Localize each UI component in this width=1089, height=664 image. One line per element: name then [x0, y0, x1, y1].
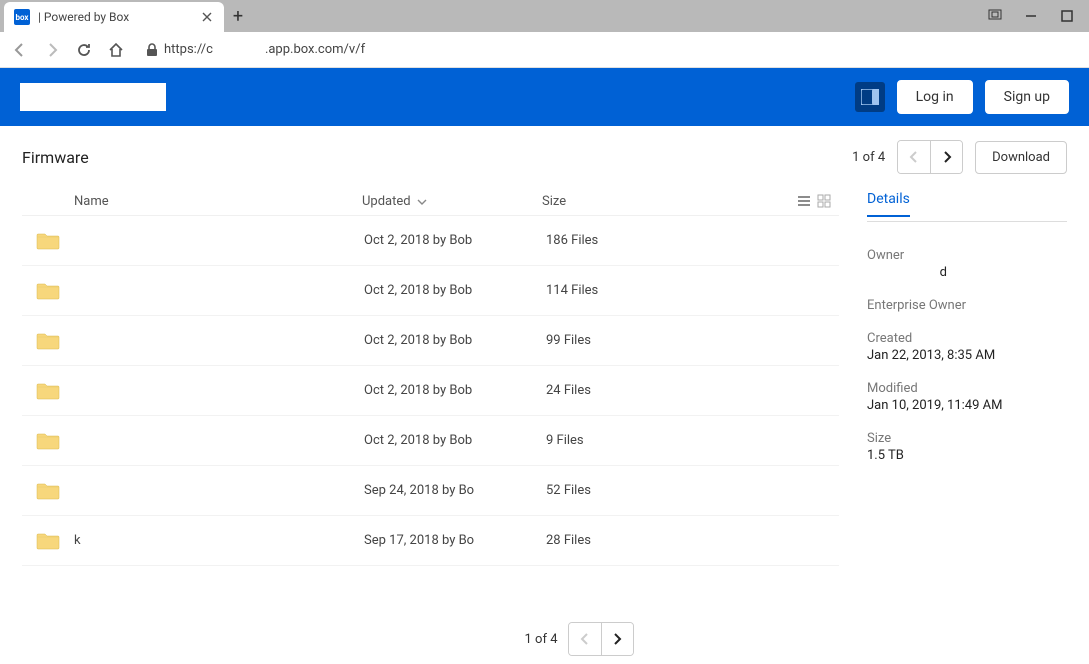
folder-icon	[36, 332, 60, 350]
footer-page-prev-button[interactable]	[569, 623, 601, 655]
address-bar: https://c .app.box.com/v/f	[0, 32, 1089, 68]
row-name: k	[74, 533, 364, 548]
pagination-text: 1 of 4	[852, 150, 885, 165]
browser-tab-strip: box | Powered by Box +	[0, 0, 1089, 32]
created-value: Jan 22, 2013, 8:35 AM	[867, 348, 1067, 363]
folder-icon	[36, 232, 60, 250]
login-button[interactable]: Log in	[897, 80, 973, 114]
details-tab[interactable]: Details	[867, 191, 910, 217]
row-updated: Oct 2, 2018 by Bob	[364, 333, 546, 348]
file-rows: Oct 2, 2018 by Bob186 FilesOct 2, 2018 b…	[22, 216, 839, 566]
folder-icon	[36, 282, 60, 300]
page-next-button[interactable]	[930, 141, 962, 173]
row-updated: Oct 2, 2018 by Bob	[364, 433, 546, 448]
url-field[interactable]: https://c .app.box.com/v/f	[136, 38, 1081, 61]
footer-pagination-text: 1 of 4	[525, 632, 558, 647]
row-updated: Oct 2, 2018 by Bob	[364, 283, 546, 298]
footer-page-next-button[interactable]	[601, 623, 633, 655]
download-button[interactable]: Download	[975, 141, 1067, 174]
row-size: 114 Files	[546, 283, 839, 298]
row-size: 186 Files	[546, 233, 839, 248]
column-headers: Name Updated Size	[22, 188, 839, 216]
chevron-down-icon	[417, 198, 427, 206]
browser-tab[interactable]: box | Powered by Box	[4, 2, 224, 32]
grid-view-icon[interactable]	[817, 194, 831, 208]
table-row[interactable]: Oct 2, 2018 by Bob114 Files	[22, 266, 839, 316]
row-size: 99 Files	[546, 333, 839, 348]
size-value: 1.5 TB	[867, 448, 1067, 463]
subheader: Firmware 1 of 4 Download	[0, 126, 1089, 188]
column-size[interactable]: Size	[542, 194, 797, 209]
row-updated: Oct 2, 2018 by Bob	[364, 233, 546, 248]
folder-icon	[36, 382, 60, 400]
table-row[interactable]: kSep 17, 2018 by Bo28 Files	[22, 516, 839, 566]
new-tab-button[interactable]: +	[224, 2, 252, 30]
reload-button[interactable]	[72, 38, 96, 62]
row-updated: Sep 24, 2018 by Bo	[364, 483, 546, 498]
modified-label: Modified	[867, 381, 1067, 396]
row-size: 28 Files	[546, 533, 839, 548]
view-toggles	[797, 194, 839, 209]
folder-icon	[36, 482, 60, 500]
folder-icon	[36, 432, 60, 450]
table-row[interactable]: Oct 2, 2018 by Bob186 Files	[22, 216, 839, 266]
page-prev-button[interactable]	[898, 141, 930, 173]
row-updated: Oct 2, 2018 by Bob	[364, 383, 546, 398]
table-row[interactable]: Oct 2, 2018 by Bob99 Files	[22, 316, 839, 366]
toggle-sidebar-button[interactable]	[855, 82, 885, 112]
row-size: 52 Files	[546, 483, 839, 498]
row-size: 9 Files	[546, 433, 839, 448]
created-label: Created	[867, 331, 1067, 346]
table-row[interactable]: Oct 2, 2018 by Bob9 Files	[22, 416, 839, 466]
enterprise-owner-label: Enterprise Owner	[867, 298, 1067, 313]
window-controls	[985, 6, 1085, 26]
lock-icon	[146, 43, 158, 57]
file-list-area: Name Updated Size Oct 2, 2018 by Bob186 …	[22, 188, 839, 566]
tab-title: | Powered by Box	[38, 10, 192, 24]
table-row[interactable]: Sep 24, 2018 by Bo52 Files	[22, 466, 839, 516]
modified-value: Jan 10, 2019, 11:49 AM	[867, 398, 1067, 413]
close-tab-icon[interactable]	[200, 10, 214, 24]
forward-button[interactable]	[40, 38, 64, 62]
url-text-prefix: https://c	[164, 42, 213, 57]
box-favicon: box	[14, 9, 30, 25]
back-button[interactable]	[8, 38, 32, 62]
column-updated[interactable]: Updated	[362, 194, 542, 209]
owner-label: Owner	[867, 248, 1067, 263]
maximize-button[interactable]	[1057, 6, 1077, 26]
breadcrumb: Firmware	[22, 148, 89, 167]
home-button[interactable]	[104, 38, 128, 62]
owner-value: d	[867, 265, 1067, 280]
row-updated: Sep 17, 2018 by Bo	[364, 533, 546, 548]
folder-icon	[36, 532, 60, 550]
list-view-icon[interactable]	[797, 194, 811, 208]
cast-icon[interactable]	[985, 6, 1005, 26]
minimize-button[interactable]	[1021, 6, 1041, 26]
pagination-buttons	[897, 140, 963, 174]
size-label: Size	[867, 431, 1067, 446]
footer-pagination: 1 of 4	[525, 622, 634, 656]
app-header: Log in Sign up	[0, 68, 1089, 126]
details-panel: Details Owner d Enterprise Owner Created…	[839, 188, 1067, 566]
column-name[interactable]: Name	[22, 194, 362, 209]
logo	[20, 83, 166, 111]
signup-button[interactable]: Sign up	[985, 80, 1069, 114]
url-text-suffix: .app.box.com/v/f	[265, 42, 365, 57]
table-row[interactable]: Oct 2, 2018 by Bob24 Files	[22, 366, 839, 416]
main-content: Name Updated Size Oct 2, 2018 by Bob186 …	[0, 188, 1089, 566]
row-size: 24 Files	[546, 383, 839, 398]
